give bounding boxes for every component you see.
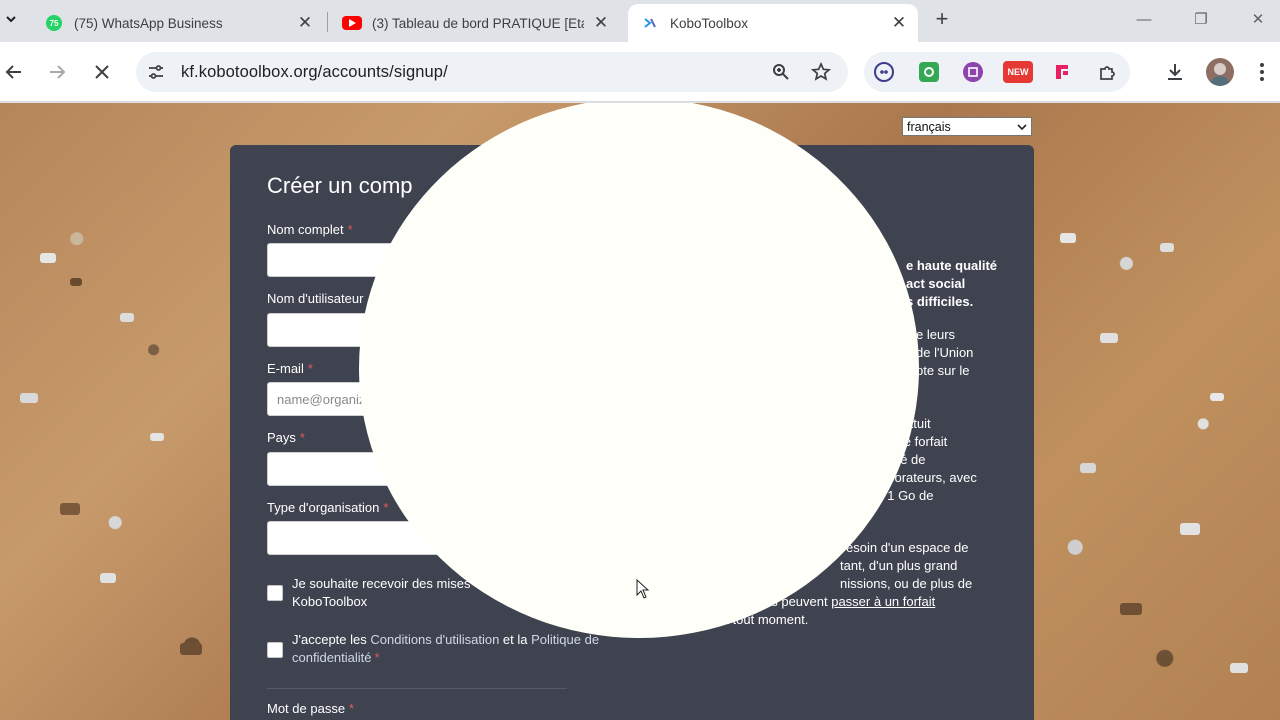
background-decor (1230, 663, 1248, 673)
background-decor (60, 503, 80, 515)
privacy-link[interactable]: Politique de (531, 632, 599, 647)
tab-youtube[interactable]: (3) Tableau de bord PRATIQUE [Eta ✕ (330, 4, 620, 42)
extensions-area: NEW (864, 52, 1130, 92)
eu-paragraph: e leurs de l'Union pte sur le (916, 327, 974, 378)
close-tab-button[interactable]: ✕ (592, 14, 610, 32)
background-decor (180, 643, 202, 655)
more-vertical-icon (1260, 63, 1264, 81)
newsletter-checkbox[interactable] (267, 585, 283, 601)
extension-green-icon[interactable] (919, 62, 939, 82)
extension-pink-icon[interactable] (1052, 62, 1072, 82)
extension-new-badge-icon[interactable]: NEW (1003, 61, 1033, 83)
chevron-down-icon (6, 16, 16, 23)
country-label: Pays * (267, 430, 305, 445)
free-plan-paragraph: te gratuit n. Ce forfait imité de aborat… (880, 416, 977, 503)
background-decor (20, 393, 38, 403)
full-name-label: Nom complet * (267, 222, 353, 237)
background-decor (100, 573, 116, 583)
page-title: Créer un comp (267, 173, 413, 198)
background-decor (1120, 603, 1142, 615)
username-label: Nom d'utilisateur (267, 291, 364, 306)
close-icon (95, 65, 109, 79)
newsletter-label: Je souhaite recevoir des mises KoboToolb… (292, 576, 471, 609)
arrow-left-icon (5, 65, 21, 79)
email-placeholder: name@organiz (277, 392, 366, 407)
address-bar[interactable]: kf.kobotoolbox.org/accounts/signup/ (136, 52, 848, 92)
tab-title: (75) WhatsApp Business (74, 15, 223, 31)
background-decor (70, 278, 82, 286)
new-tab-button[interactable]: + (930, 8, 954, 32)
profile-avatar[interactable] (1206, 58, 1234, 86)
background-decor (120, 313, 134, 322)
tab-title: KoboToolbox (670, 15, 749, 31)
divider (267, 688, 567, 689)
background-decor (150, 433, 164, 441)
minimize-button[interactable]: — (1130, 8, 1158, 32)
language-select[interactable]: français (902, 117, 1032, 136)
url-text: kf.kobotoolbox.org/accounts/signup/ (181, 63, 448, 81)
intro-paragraph: e haute qualité act social s difficiles. (906, 258, 998, 309)
tab-title: (3) Tableau de bord PRATIQUE [Eta (372, 15, 584, 31)
background-decor (1180, 523, 1200, 535)
extension-owl-icon[interactable] (874, 62, 894, 82)
mouse-cursor-icon (636, 579, 650, 599)
background-decor (40, 253, 56, 263)
close-window-button[interactable]: ✕ (1244, 8, 1272, 32)
forward-button[interactable] (43, 58, 71, 86)
download-icon (1168, 64, 1182, 80)
spotlight-overlay (359, 103, 919, 638)
kobotoolbox-icon (642, 15, 658, 31)
youtube-icon (342, 16, 362, 30)
background-decor (1160, 243, 1174, 252)
back-button[interactable] (0, 58, 28, 86)
upgrade-plan-link[interactable]: passer à un forfait (831, 594, 935, 609)
site-settings-icon[interactable] (144, 60, 168, 84)
zoom-icon[interactable] (769, 60, 793, 84)
puzzle-icon[interactable] (1097, 62, 1117, 82)
menu-button[interactable] (1248, 58, 1276, 86)
signup-page: français Créer un comp Nom complet * Nom … (0, 103, 1280, 720)
browser-toolbar: kf.kobotoolbox.org/accounts/signup/ NEW (0, 42, 1280, 102)
terms-checkbox[interactable] (267, 642, 283, 658)
terms-label: J'accepte les Conditions d'utilisation e… (292, 632, 600, 665)
close-tab-button[interactable]: ✕ (890, 14, 908, 32)
stop-button[interactable] (88, 58, 116, 86)
language-value: français (907, 119, 951, 134)
arrow-right-icon (50, 65, 66, 79)
restore-button[interactable]: ❐ (1187, 8, 1215, 32)
background-decor (1210, 393, 1224, 401)
tab-kobotoolbox[interactable]: KoboToolbox ✕ (628, 4, 918, 42)
tab-whatsapp[interactable]: 75 (75) WhatsApp Business ✕ (34, 4, 324, 42)
tab-divider (327, 12, 328, 32)
extension-purple-icon[interactable] (963, 62, 983, 82)
tab-strip: 75 (75) WhatsApp Business ✕ (3) Tableau … (0, 0, 1280, 42)
email-label: E-mail * (267, 361, 313, 376)
org-type-label: Type d'organisation * (267, 500, 389, 515)
chevron-down-icon (1017, 123, 1027, 130)
downloads-button[interactable] (1161, 58, 1189, 86)
close-tab-button[interactable]: ✕ (296, 14, 314, 32)
bookmark-star-icon[interactable] (809, 60, 833, 84)
terms-link[interactable]: Conditions d'utilisation (370, 632, 499, 647)
password-label: Mot de passe * (267, 701, 355, 716)
background-decor (1060, 233, 1076, 243)
privacy-link-cont[interactable]: confidentialité (292, 650, 372, 665)
tab-search-button[interactable] (0, 6, 22, 32)
whatsapp-icon: 75 (46, 15, 62, 31)
